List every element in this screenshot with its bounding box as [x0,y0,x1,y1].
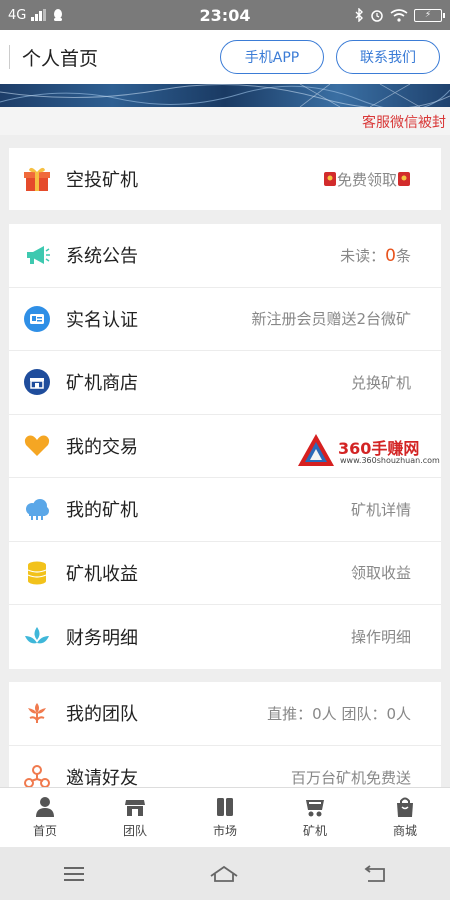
lotus-icon [23,623,51,651]
tab-label: 商城 [392,824,417,838]
menu-value: 操作明细 [350,628,411,647]
shop-icon [125,800,145,816]
market-icon [217,798,233,816]
bag-icon [397,797,413,817]
airdrop-label: 空投矿机 [66,170,138,191]
coins-icon [23,559,51,587]
tab-market[interactable]: 市场 [180,788,270,847]
menu-value: 领取收益 [350,564,411,583]
tab-home[interactable]: 首页 [0,788,90,847]
contact-us-button[interactable]: 联系我们 [336,40,440,74]
menu-label: 系统公告 [66,246,138,268]
banner-image [0,84,450,107]
team-stats: 直推：0人 团队：0人 [267,704,411,723]
store-icon [23,368,51,396]
status-bar: 4G 23:04 ⚡ [0,0,450,30]
watermark-logo: 360手赚网 www.360shouzhuan.com [296,432,446,472]
menu-icon[interactable] [62,865,86,883]
menu-label: 实名认证 [66,309,138,331]
notice-marquee: 客服微信被封 [0,107,450,135]
back-icon[interactable] [362,864,388,883]
redpacket-icon [398,171,410,186]
menu-item-finance[interactable]: 财务明细 操作明细 [9,605,441,669]
menu-label: 财务明细 [66,627,138,649]
airdrop-value: 免费领取 [323,169,411,190]
team-card: 我的团队 直推：0人 团队：0人 邀请好友 百万台矿机免费送 [9,682,441,787]
menu-item-invite[interactable]: 邀请好友 百万台矿机免费送 [9,746,441,787]
menu-item-verification[interactable]: 实名认证 新注册会员赠送2台微矿 [9,288,441,351]
bottom-tab-bar: 首页 团队 市场 矿机 商城 [0,787,450,847]
person-icon [36,797,54,817]
flower-icon [23,699,51,727]
menu-label: 矿机商店 [66,373,138,395]
tab-team[interactable]: 团队 [90,788,180,847]
wifi-icon [390,8,408,22]
tab-label: 团队 [122,824,147,838]
tab-mall[interactable]: 商城 [360,788,450,847]
heart-icon [23,432,51,460]
unread-count: 未读：0条 [340,245,411,266]
system-nav-bar [0,847,450,900]
clock: 23:04 [199,5,251,25]
menu-value: 兑换矿机 [350,373,411,392]
menu-item-store[interactable]: 矿机商店 兑换矿机 [9,351,441,415]
menu-label: 邀请好友 [66,768,138,787]
menu-value: 矿机详情 [350,500,411,519]
tab-miners[interactable]: 矿机 [270,788,360,847]
menu-value: 新注册会员赠送2台微矿 [251,310,411,329]
tab-label: 首页 [32,824,57,838]
header-divider [9,45,10,69]
invite-icon [23,763,51,787]
watermark-triangle-icon [298,434,334,466]
gift-icon [23,165,51,193]
alarm-icon [371,10,383,22]
menu-label: 我的团队 [66,704,138,726]
page-title: 个人首页 [22,47,99,70]
watermark-url: www.360shouzhuan.com [340,456,440,465]
tab-label: 市场 [212,824,237,838]
menu-item-announcement[interactable]: 系统公告 未读：0条 [9,224,441,288]
menu-item-earnings[interactable]: 矿机收益 领取收益 [9,542,441,605]
menu-value: 百万台矿机免费送 [290,768,411,787]
bluetooth-icon [355,8,363,22]
menu-item-team[interactable]: 我的团队 直推：0人 团队：0人 [9,682,441,746]
airdrop-card: 空投矿机 免费领取 [9,148,441,210]
network-type: 4G [8,7,27,23]
redpacket-icon [323,171,336,186]
notice-text: 客服微信被封 [362,115,446,131]
tab-label: 矿机 [302,824,327,838]
menu-label: 我的矿机 [66,500,138,522]
menu-label: 矿机收益 [66,563,138,585]
battery-icon: ⚡ [414,8,445,22]
page-header: 个人首页 手机APP 联系我们 [0,30,450,84]
menu-item-my-miners[interactable]: 我的矿机 矿机详情 [9,478,441,542]
signal-icon [31,9,47,21]
airdrop-row[interactable]: 空投矿机 免费领取 [9,148,441,210]
qq-icon [54,9,63,21]
home-icon[interactable] [209,864,239,884]
cloud-icon [23,495,51,523]
miner-icon [306,800,324,817]
megaphone-icon [23,241,51,269]
mobile-app-button[interactable]: 手机APP [220,40,324,74]
id-card-icon [23,305,51,333]
